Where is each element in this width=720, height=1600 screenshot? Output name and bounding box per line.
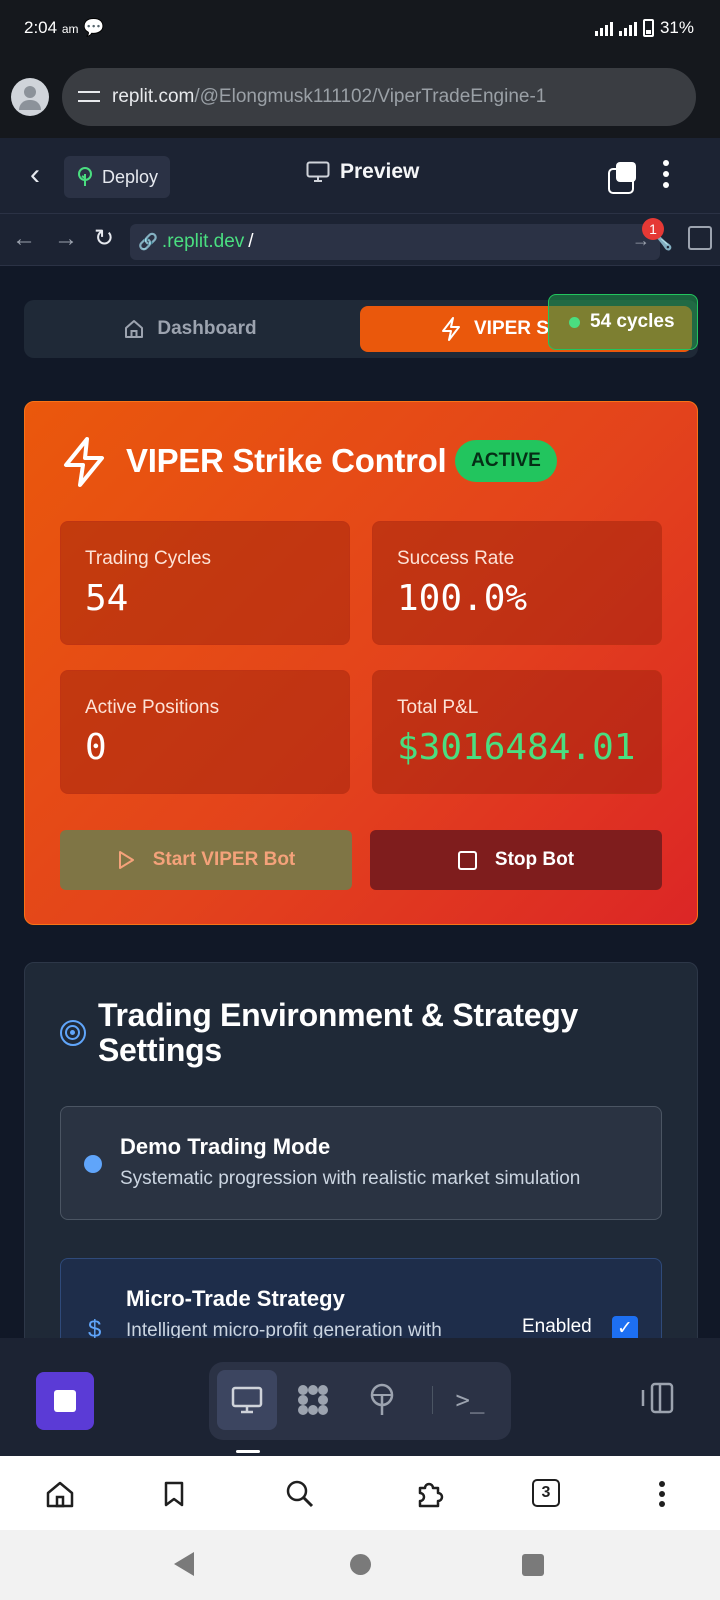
stat-label: Active Positions xyxy=(85,697,220,718)
nav-back-arrow-icon[interactable]: ← xyxy=(12,226,36,252)
system-recents-icon[interactable] xyxy=(522,1554,544,1576)
play-icon xyxy=(118,851,134,869)
deploy-icon xyxy=(78,167,92,186)
demo-mode-dot-icon xyxy=(84,1155,102,1173)
open-external-icon[interactable] xyxy=(688,226,712,250)
extensions-icon[interactable] xyxy=(410,1474,450,1514)
tab-count-button[interactable]: 3 xyxy=(532,1479,560,1507)
deploy-tool-icon[interactable] xyxy=(362,1380,402,1420)
stat-value: 100.0% xyxy=(397,578,528,619)
signal-icon xyxy=(594,20,613,36)
start-bot-button[interactable]: Start VIPER Bot xyxy=(60,830,352,890)
stop-icon xyxy=(457,850,477,870)
system-home-icon[interactable] xyxy=(350,1554,371,1575)
chat-bubble-icon: 💬 xyxy=(83,18,105,37)
pane-toggle-icon[interactable] xyxy=(640,1382,674,1416)
profile-avatar-icon[interactable] xyxy=(11,78,49,116)
home-icon xyxy=(125,320,144,338)
status-time: 2:04 am 💬 xyxy=(24,18,105,37)
status-badge: ACTIVE xyxy=(455,440,557,482)
link-icon: 🔗 xyxy=(138,234,158,251)
reload-icon[interactable]: ↻ xyxy=(94,226,114,252)
active-tool-indicator xyxy=(236,1450,260,1453)
tool-separator xyxy=(432,1386,433,1414)
more-options-icon[interactable] xyxy=(660,160,672,190)
address-bar[interactable]: replit.com/@Elongmusk111102/ViperTradeEn… xyxy=(62,68,696,126)
stat-active-positions: Active Positions 0 xyxy=(60,670,350,794)
nav-forward-arrow-icon[interactable]: → xyxy=(54,226,78,252)
stat-value: $3016484.01 xyxy=(397,727,636,768)
bolt-icon xyxy=(442,317,460,341)
stat-value: 54 xyxy=(85,578,129,619)
back-chevron-icon[interactable]: ‹ xyxy=(30,160,60,190)
search-icon[interactable] xyxy=(280,1474,320,1514)
strike-title: VIPER Strike Control xyxy=(126,442,447,479)
tab-dashboard[interactable]: Dashboard xyxy=(30,306,350,352)
browser-home-icon[interactable] xyxy=(40,1474,80,1514)
stop-bot-button[interactable]: Stop Bot xyxy=(370,830,662,890)
demo-mode-option[interactable] xyxy=(60,1106,662,1220)
signal-icon-2 xyxy=(618,20,637,36)
preview-title: Preview xyxy=(306,160,419,184)
address-text[interactable]: replit.com/@Elongmusk111102/ViperTradeEn… xyxy=(112,86,546,108)
micro-trade-enabled-label: Enabled xyxy=(522,1316,592,1337)
stat-trading-cycles: Trading Cycles 54 xyxy=(60,521,350,645)
battery-percent: 31% xyxy=(659,18,694,37)
devtools-badge: 1 xyxy=(642,218,664,240)
target-icon xyxy=(60,1020,86,1046)
shell-tool-icon[interactable]: >_ xyxy=(450,1380,490,1420)
browser-bottom-bar xyxy=(0,1456,720,1530)
monitor-icon xyxy=(231,1386,263,1414)
preview-tool-button[interactable] xyxy=(217,1370,277,1430)
live-dot-icon xyxy=(569,316,580,328)
micro-trade-title: Micro-Trade Strategy xyxy=(126,1286,345,1311)
stop-run-button[interactable] xyxy=(36,1372,94,1430)
status-bar: 2:04 am 💬 31% xyxy=(0,0,720,58)
system-back-icon[interactable] xyxy=(174,1552,194,1576)
settings-title: Trading Environment & Strategy Settings xyxy=(98,997,578,1068)
webview-url-field[interactable]: 🔗 .replit.dev / → xyxy=(130,224,660,260)
demo-mode-desc: Systematic progression with realistic ma… xyxy=(120,1168,581,1189)
monitor-icon xyxy=(306,161,330,182)
strike-bolt-icon xyxy=(64,437,104,487)
stat-label: Trading Cycles xyxy=(85,548,212,569)
cycles-badge: 54 cycles xyxy=(548,294,698,350)
stat-success-rate: Success Rate 100.0% xyxy=(372,521,662,645)
status-right: 31% xyxy=(594,18,694,38)
demo-mode-title: Demo Trading Mode xyxy=(120,1134,331,1159)
site-settings-icon[interactable] xyxy=(76,87,102,107)
bookmark-icon[interactable] xyxy=(154,1474,194,1514)
browser-menu-icon[interactable] xyxy=(642,1474,682,1514)
stat-label: Success Rate xyxy=(397,548,515,569)
stat-value: 0 xyxy=(85,727,107,768)
deploy-button[interactable]: Deploy xyxy=(64,156,170,198)
stat-total-pnl: Total P&L $3016484.01 xyxy=(372,670,662,794)
stat-label: Total P&L xyxy=(397,697,479,718)
deploy-label: Deploy xyxy=(102,166,159,187)
agent-tool-icon[interactable] xyxy=(293,1380,333,1420)
tabs-icon[interactable] xyxy=(608,162,638,194)
battery-icon xyxy=(642,19,654,37)
